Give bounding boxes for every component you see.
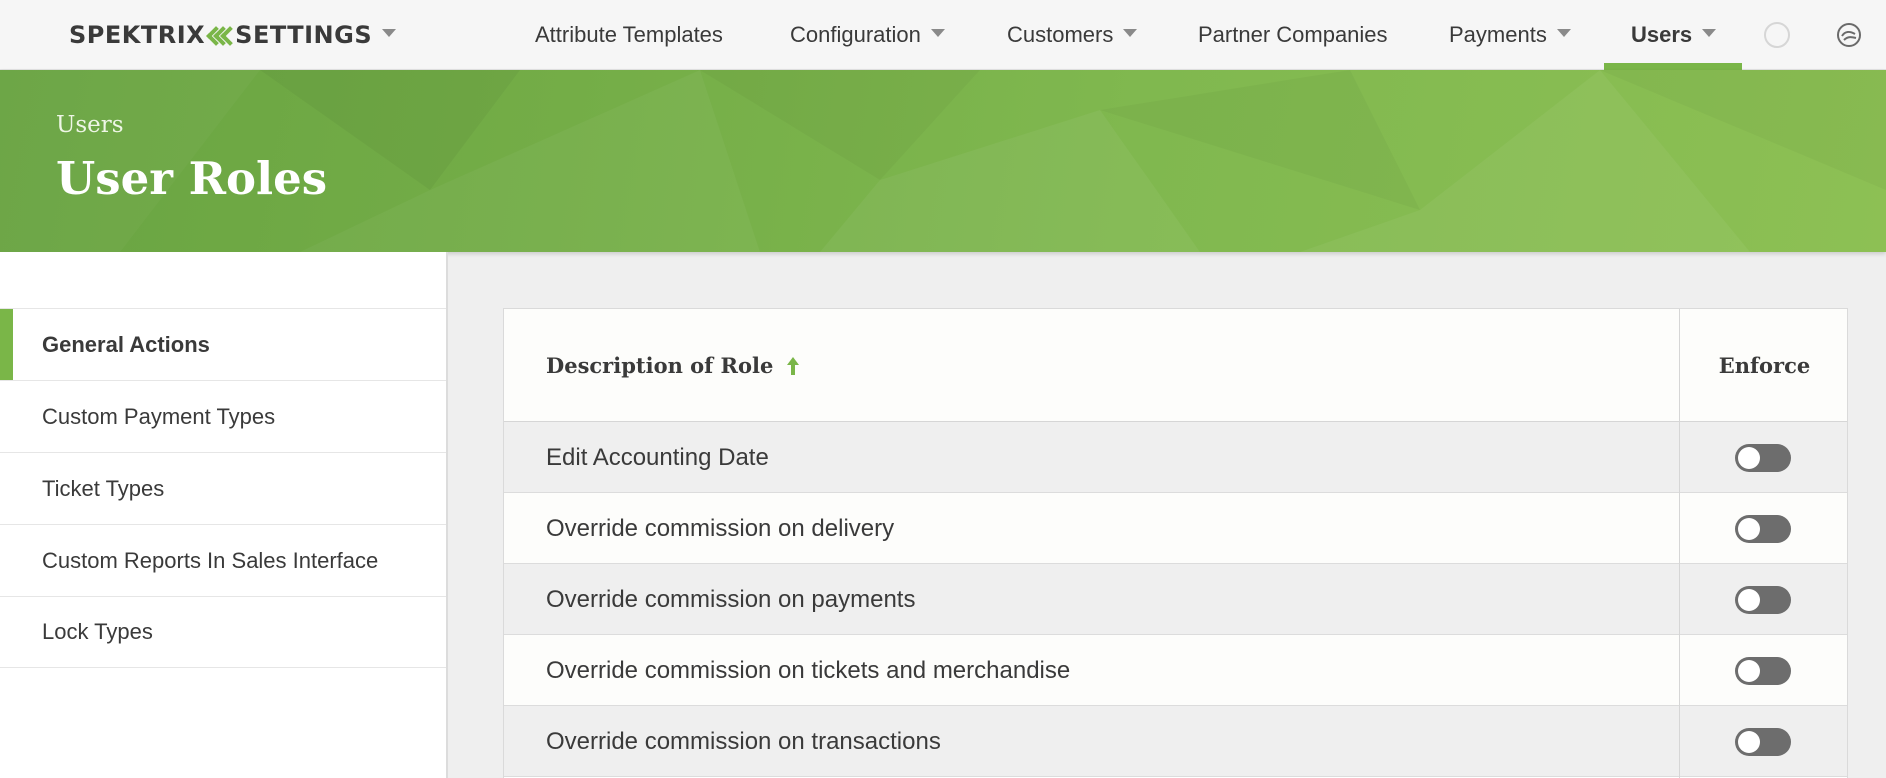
table-row: Override commission on transactions (504, 706, 1847, 777)
nav-attribute-templates[interactable]: Attribute Templates (535, 0, 723, 70)
nav-label: Users (1631, 22, 1693, 47)
table-row: Override commission on payments (504, 564, 1847, 635)
sidebar-item-label: Ticket Types (42, 475, 165, 501)
toggle-knob (1738, 589, 1760, 611)
column-header-enforce: Enforce (1718, 353, 1811, 378)
column-header-label: Description of Role (546, 353, 774, 378)
sidebar: General Actions Custom Payment Types Tic… (0, 252, 448, 778)
nav-customers[interactable]: Customers (1007, 0, 1138, 70)
toggle-knob (1738, 447, 1760, 469)
nav-partner-companies[interactable]: Partner Companies (1198, 0, 1388, 70)
nav-users[interactable]: Users (1631, 0, 1717, 70)
brand-section-label: SETTINGS (235, 21, 373, 49)
sidebar-item-label: Custom Reports In Sales Interface (42, 547, 379, 573)
chevron-down-icon (1556, 29, 1571, 37)
nav-active-indicator (1604, 63, 1742, 70)
sidebar-item-custom-payment-types[interactable]: Custom Payment Types (0, 380, 446, 452)
column-header-description[interactable]: Description of Role (546, 309, 801, 422)
sidebar-item-ticket-types[interactable]: Ticket Types (0, 452, 446, 524)
nav-payments[interactable]: Payments (1449, 0, 1571, 70)
role-description: Override commission on delivery (546, 514, 895, 542)
enforce-toggle[interactable] (1735, 515, 1791, 543)
nav-label: Attribute Templates (535, 22, 723, 47)
enforce-toggle[interactable] (1735, 444, 1791, 472)
table-row: Edit Accounting Date (504, 422, 1847, 493)
toggle-knob (1738, 518, 1760, 540)
user-roles-table: Description of Role Enforce Edit Account… (503, 308, 1848, 778)
role-description: Override commission on payments (546, 585, 916, 613)
role-description: Override commission on tickets and merch… (546, 656, 1071, 684)
toggle-knob (1738, 731, 1760, 753)
column-divider (1679, 309, 1680, 778)
table-row: Override commission on delivery (504, 493, 1847, 564)
sidebar-item-lock-types[interactable]: Lock Types (0, 596, 446, 668)
nav-label: Payments (1449, 22, 1547, 47)
chevron-down-icon (930, 29, 945, 37)
breadcrumb[interactable]: Users (56, 112, 124, 138)
toggle-knob (1738, 660, 1760, 682)
role-description: Edit Accounting Date (546, 443, 769, 471)
enforce-toggle[interactable] (1735, 728, 1791, 756)
sort-ascending-arrow-icon[interactable] (785, 355, 801, 377)
spektrix-swirl-icon[interactable] (1836, 22, 1862, 48)
chevron-down-icon (1123, 29, 1138, 37)
brand-chevrons-icon (207, 25, 228, 45)
nav-label: Configuration (790, 22, 921, 47)
table-header: Description of Role Enforce (504, 309, 1847, 422)
nav-configuration[interactable]: Configuration (790, 0, 945, 70)
table-row: Override commission on tickets and merch… (504, 635, 1847, 706)
enforce-toggle[interactable] (1735, 657, 1791, 685)
status-circle-icon[interactable] (1764, 22, 1790, 48)
sidebar-item-label: Lock Types (42, 619, 153, 644)
sidebar-item-label: Custom Payment Types (42, 403, 276, 429)
enforce-toggle[interactable] (1735, 586, 1791, 614)
chevron-down-icon (1702, 29, 1717, 37)
brand-name: SPEKTRIX (69, 21, 206, 49)
nav-label: Customers (1007, 22, 1114, 47)
chevron-down-icon (382, 29, 397, 37)
sidebar-item-custom-reports[interactable]: Custom Reports In Sales Interface (0, 524, 446, 596)
sidebar-item-general-actions[interactable]: General Actions (0, 308, 446, 381)
page-header-banner: Users User Roles (0, 70, 1886, 252)
page-title: User Roles (56, 152, 328, 205)
role-description: Override commission on transactions (546, 727, 941, 755)
nav-label: Partner Companies (1198, 22, 1388, 47)
top-navigation-bar: SPEKTRIX SETTINGS Attribute Templates Co… (0, 0, 1886, 70)
sidebar-item-label: General Actions (42, 331, 210, 357)
brand-menu[interactable]: SPEKTRIX SETTINGS (69, 20, 397, 50)
